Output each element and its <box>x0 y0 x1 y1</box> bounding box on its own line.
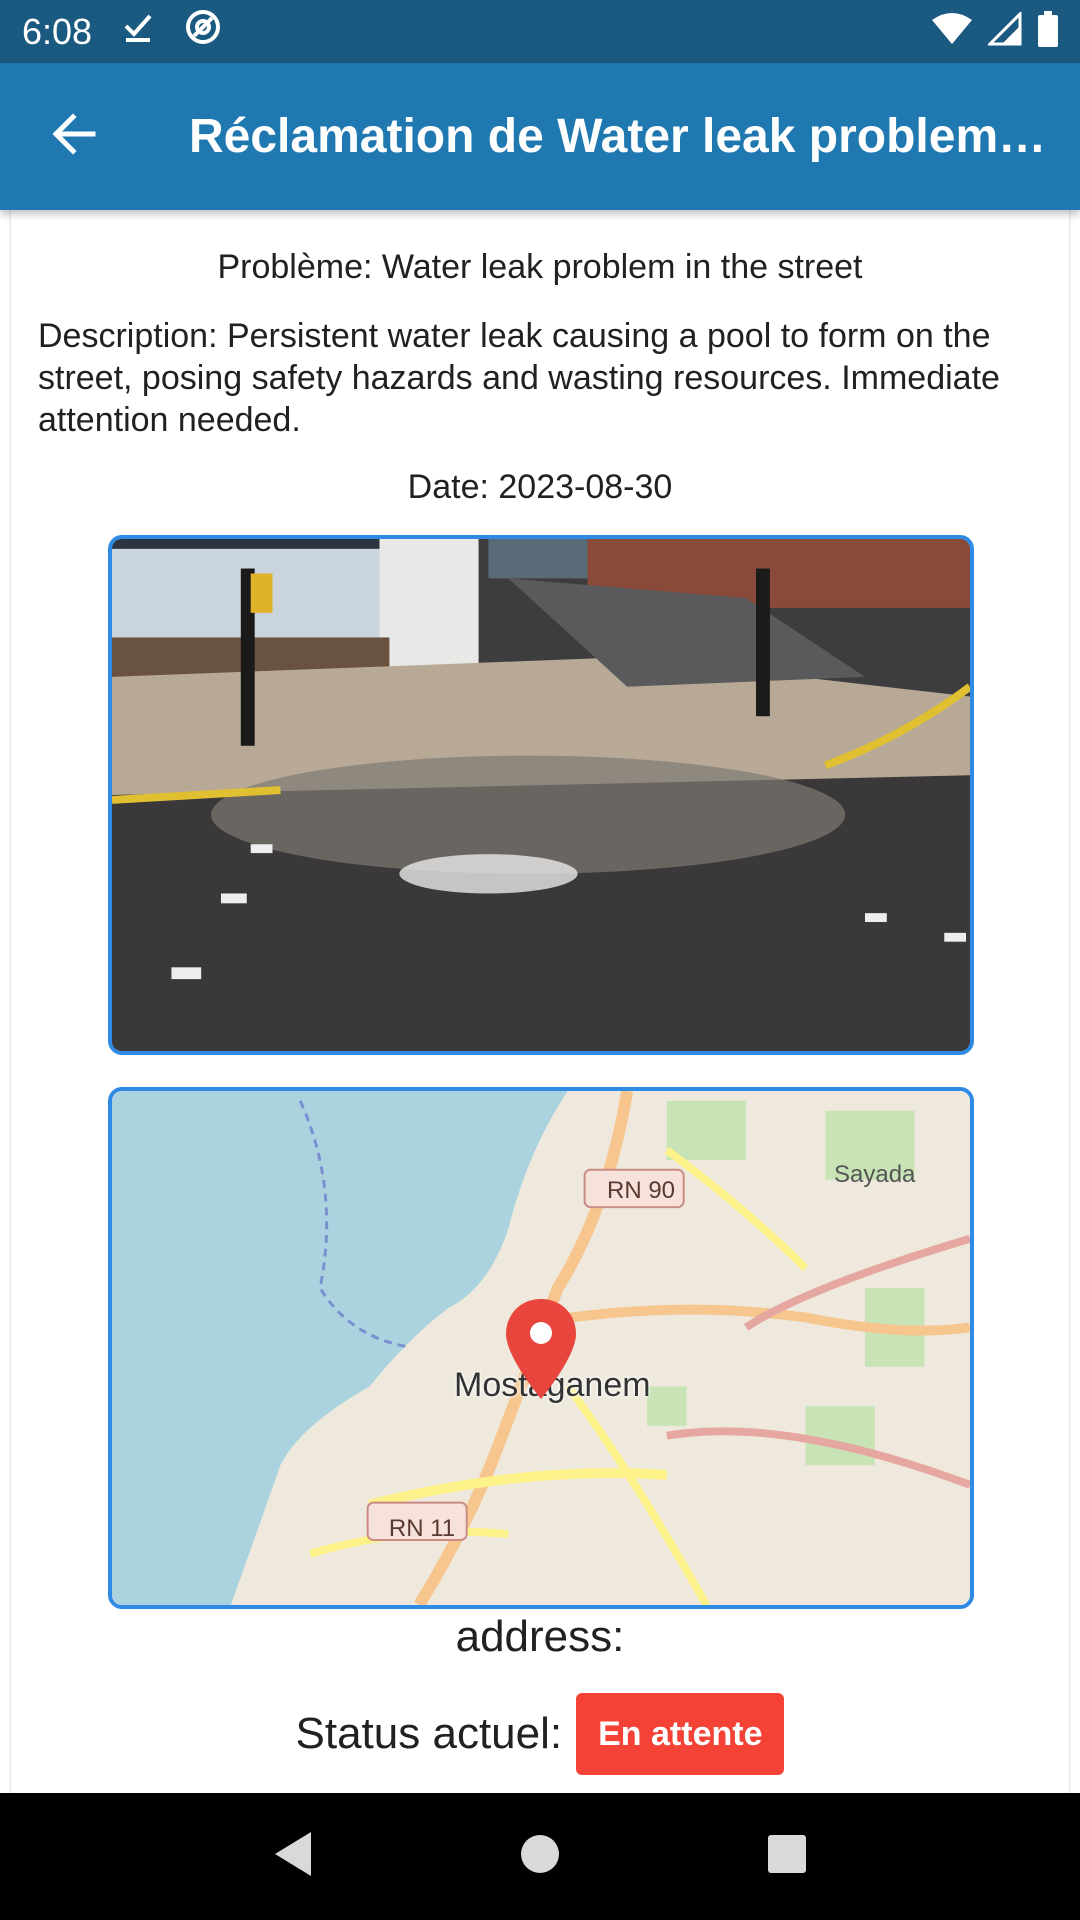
address-text: address: <box>455 1612 625 1661</box>
status-bar-right <box>932 10 1058 52</box>
location-map[interactable]: RN 90 RN 11 Sayada Mostaganem <box>108 1087 974 1609</box>
signal-icon <box>986 10 1022 51</box>
at-sync-icon <box>184 8 222 55</box>
home-circle-icon <box>520 1834 560 1879</box>
status-bar: 6:08 <box>0 0 1080 63</box>
map-pin-icon[interactable] <box>504 1297 578 1401</box>
battery-icon <box>1038 11 1058 52</box>
nav-recents-button[interactable] <box>752 1822 822 1892</box>
road-label-rn90: RN 90 <box>606 1177 676 1204</box>
nav-back-button[interactable] <box>258 1822 328 1892</box>
arrow-left-icon <box>51 111 97 162</box>
clock: 6:08 <box>22 10 93 52</box>
date-text: Date: 2023-08-30 <box>407 468 673 506</box>
complaint-details: Problème: Water leak problem in the stre… <box>10 210 1070 1793</box>
road-label-rn11: RN 11 <box>388 1515 456 1542</box>
map-label-sayada: Sayada <box>834 1161 916 1188</box>
wifi-icon <box>932 12 972 51</box>
app-bar: Réclamation de Water leak problem in the… <box>0 63 1080 210</box>
recents-square-icon <box>767 1834 807 1879</box>
complaint-photo[interactable] <box>108 535 974 1055</box>
status-bar-left: 6:08 <box>22 8 222 55</box>
description-text: Description: Persistent water leak causi… <box>38 317 1000 439</box>
street-leak-photo <box>112 539 970 1051</box>
problem-text: Problème: Water leak problem in the stre… <box>217 248 863 286</box>
status-label: Status actuel: <box>295 1709 563 1758</box>
page-title: Réclamation de Water leak problem in the… <box>189 110 1059 163</box>
download-done-icon <box>122 11 154 53</box>
back-button[interactable] <box>0 63 147 210</box>
nav-home-button[interactable] <box>505 1822 575 1892</box>
system-nav-bar <box>0 1793 1080 1920</box>
status-row: Status actuel: En attente <box>11 1693 1069 1775</box>
back-triangle-icon <box>271 1830 315 1883</box>
status-badge: En attente <box>576 1693 785 1775</box>
